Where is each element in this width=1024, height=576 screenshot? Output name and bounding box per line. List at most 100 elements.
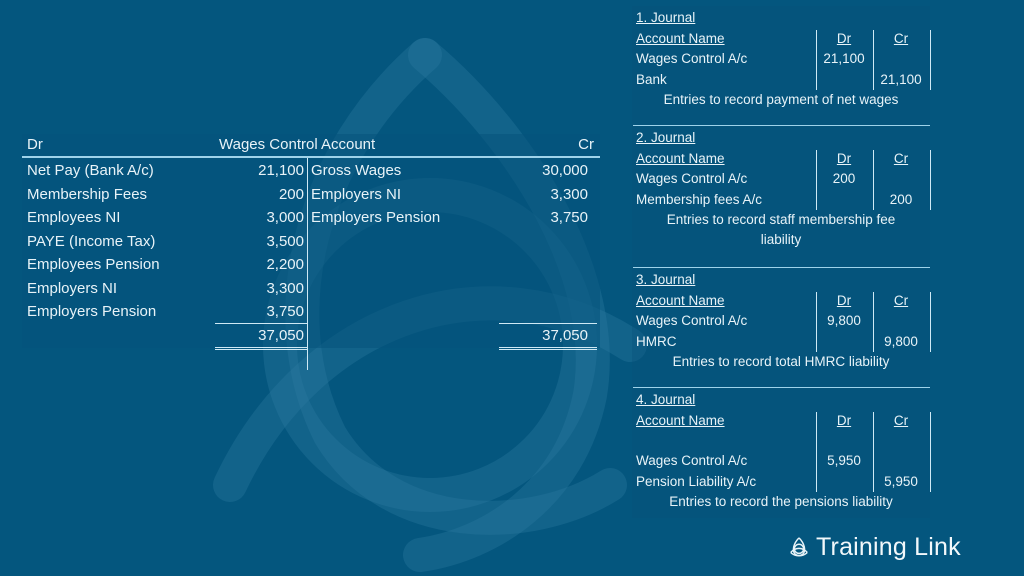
dr-total-amount: 37,050 [258,326,304,344]
journal-account-name-header: Account Name [636,413,725,428]
journal-line-account: Wages Control A/c [636,51,748,66]
credit-entry-label: Employers NI [311,185,402,203]
journal-column-rule [873,150,874,210]
journal-column-rule [816,292,817,352]
debit-entry-label: Employers NI [27,279,118,297]
journal-line-cr: 9,800 [884,333,918,349]
journal-line-dr [814,190,874,210]
journal-title: 3. Journal [636,272,696,287]
t-account-header: Dr Wages Control Account Cr [22,134,600,158]
journal-dr-header: Dr [814,411,874,431]
wages-control-t-account: Dr Wages Control Account Cr Net Pay (Ban… [22,134,600,370]
journal-separator [633,387,930,388]
journal-line-dr: 9,800 [827,313,861,328]
journal-title: 2. Journal [636,130,696,145]
debit-entry-amount: 3,000 [266,209,304,226]
journal-column-rule [816,412,817,492]
debit-entry-amount: 200 [278,185,304,203]
debit-entry-label: Employers Pension [27,303,157,320]
journal-cr-header: Cr [872,149,930,169]
journal-cr-header-text: Cr [893,151,909,166]
journal-line-cr [872,49,930,69]
debit-entry-amount: 21,100 [258,162,304,179]
dr-total-double-rule [215,346,307,350]
journal-note: Entries to record total HMRC liability [672,354,890,369]
journal-line-cr: 5,950 [884,473,918,489]
journal-line-account: Pension Liability A/c [636,473,757,489]
journal-dr-header-text: Dr [836,293,852,308]
journal-dr-header: Dr [814,291,874,311]
journal-dr-header-text: Dr [836,31,852,46]
journal-dr-header-text: Dr [836,413,852,428]
journal-line-cr [872,169,930,189]
journal-column-rule [930,292,931,352]
journal-dr-header-text: Dr [836,151,852,166]
journal-separator [633,267,930,268]
journal-column-rule [816,150,817,210]
journal-line-dr: 200 [832,171,856,186]
journal-line-cr [872,311,930,331]
journal-account-name-header: Account Name [636,31,725,46]
credit-entry-label: Gross Wages [311,162,402,179]
journal-line-dr [814,332,874,352]
journals-panel: 1. Journal Account Name Dr Cr Wages Control … [632,6,931,518]
journal-column-rule [930,150,931,210]
triquetra-icon [790,537,808,557]
journal-line-account: Wages Control A/c [636,171,748,186]
journal-cr-header: Cr [872,411,930,431]
journal-line-cr [872,451,930,471]
credit-entry-amount: 30,000 [542,162,588,179]
journal-title: 4. Journal [636,392,696,407]
journal-cr-header: Cr [872,29,930,49]
credit-entry-label: Employers Pension [311,209,441,226]
debit-entry-label: PAYE (Income Tax) [27,232,156,250]
journal-separator [633,125,930,126]
debit-entry-amount: 3,500 [266,232,304,250]
journal-dr-header: Dr [814,149,874,169]
journal-column-rule [873,292,874,352]
journal-note: Entries to record staff membership fee l… [666,212,896,247]
cr-total-double-rule [499,346,597,350]
journal-line-cr: 200 [889,191,913,207]
journal-line-dr [814,70,874,90]
journal-line-account: Wages Control A/c [636,453,748,468]
debit-entry-label: Employees NI [27,209,121,226]
journal-line-account: Wages Control A/c [636,313,748,328]
journal-line-account: Bank [636,71,667,87]
journal-dr-header: Dr [814,29,874,49]
journal-cr-header-text: Cr [893,31,909,46]
journal-cr-header-text: Cr [893,413,909,428]
training-link-logo: Training Link [788,533,961,561]
credit-entry-amount: 3,300 [550,185,588,203]
journal-column-rule [873,30,874,90]
journal-cr-header: Cr [872,291,930,311]
journal-title: 1. Journal [636,10,696,25]
journal-cr-header-text: Cr [893,293,909,308]
debit-entry-label: Employees Pension [27,256,160,273]
logo-text: Training Link [816,532,961,561]
debit-entry-amount: 3,750 [266,303,304,320]
journal-line-dr [814,472,874,492]
t-account-body: Net Pay (Bank A/c) 21,100 Membership Fees 2… [22,158,600,370]
t-account-cr-label: Cr [578,136,594,153]
journal-line-dr: 5,950 [827,453,861,468]
cr-total-amount: 37,050 [542,326,588,344]
debit-entry-amount: 2,200 [266,256,304,273]
journal-line-account: HMRC [636,333,677,349]
journal-line-cr: 21,100 [880,71,922,87]
t-account-dr-label: Dr [27,136,43,153]
t-account-title: Wages Control Account [219,136,376,153]
journal-column-rule [930,412,931,492]
debit-entry-label: Membership Fees [27,185,148,203]
journal-line-account: Membership fees A/c [636,191,763,207]
journal-column-rule [873,412,874,492]
journal-account-name-header: Account Name [636,293,725,308]
debit-entry-label: Net Pay (Bank A/c) [27,162,154,179]
debit-entry-amount: 3,300 [266,279,304,297]
journal-line-dr: 21,100 [823,51,865,66]
journal-note: Entries to record the pensions liability [669,494,893,509]
journal-column-rule [816,30,817,90]
t-account-divider [307,158,308,370]
journal-column-rule [930,30,931,90]
journal-note: Entries to record payment of net wages [663,92,899,107]
